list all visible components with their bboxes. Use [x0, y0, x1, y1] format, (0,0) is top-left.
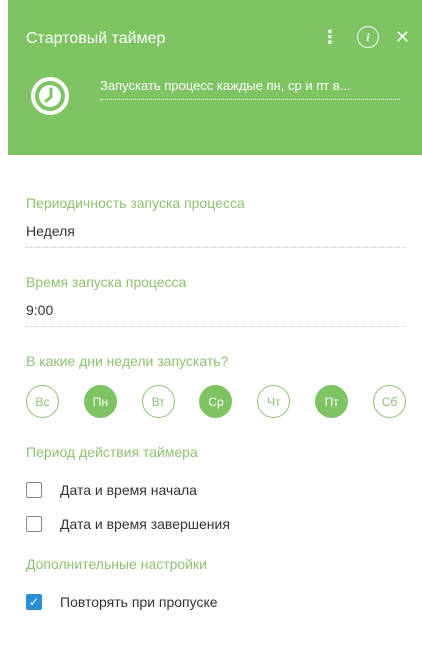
info-icon[interactable]: i — [356, 26, 379, 48]
day-sun-button[interactable]: Вс — [26, 385, 59, 418]
timer-settings: Периодичность запуска процесса Неделя Вр… — [26, 155, 406, 610]
start-date-label: Дата и время начала — [60, 482, 197, 498]
days-label: В какие дни недели запускать? — [26, 353, 229, 369]
repeat-label: Повторять при пропуске — [60, 594, 218, 610]
frequency-field[interactable]: Неделя — [26, 223, 406, 248]
header-panel: Стартовый таймер ⋮ i ✕ Запускать процесс… — [8, 0, 422, 155]
time-label: Время запуска процесса — [26, 274, 187, 290]
repeat-option[interactable]: ✓ Повторять при пропуске — [26, 594, 406, 610]
start-date-checkbox[interactable] — [26, 482, 42, 498]
process-summary-field[interactable]: Запускать процесс каждые пн, ср и пт в..… — [100, 78, 400, 100]
day-fri-button[interactable]: Пт — [315, 385, 349, 418]
time-block: Время запуска процесса 9:00 — [26, 274, 406, 327]
header-actions: ⋮ i ✕ — [321, 26, 410, 48]
additional-block: Дополнительные настройки ✓ Повторять при… — [26, 556, 406, 610]
start-date-option[interactable]: Дата и время начала — [26, 482, 406, 498]
end-date-option[interactable]: Дата и время завершения — [26, 516, 406, 532]
day-sat-button[interactable]: Сб — [372, 385, 406, 418]
period-label: Период действия таймера — [26, 444, 198, 460]
end-date-checkbox[interactable] — [26, 516, 42, 532]
period-block: Период действия таймера Дата и время нач… — [26, 444, 406, 532]
repeat-checkbox[interactable]: ✓ — [26, 594, 42, 610]
day-wed-button[interactable]: Ср — [199, 385, 233, 418]
more-vertical-icon[interactable]: ⋮ — [321, 28, 339, 46]
day-mon-button[interactable]: Пн — [83, 385, 117, 418]
clock-icon — [31, 77, 69, 115]
frequency-block: Периодичность запуска процесса Неделя — [26, 195, 406, 248]
close-icon[interactable]: ✕ — [395, 28, 410, 46]
weekday-selector: Вс Пн Вт Ср Чт Пт Сб — [26, 385, 406, 418]
panel-title: Стартовый таймер — [26, 30, 166, 47]
time-field[interactable]: 9:00 — [26, 302, 406, 327]
frequency-label: Периодичность запуска процесса — [26, 195, 245, 211]
days-block: В какие дни недели запускать? Вс Пн Вт С… — [26, 353, 406, 418]
additional-label: Дополнительные настройки — [26, 556, 207, 572]
day-tue-button[interactable]: Вт — [141, 385, 175, 418]
end-date-label: Дата и время завершения — [60, 516, 230, 532]
day-thu-button[interactable]: Чт — [257, 385, 291, 418]
